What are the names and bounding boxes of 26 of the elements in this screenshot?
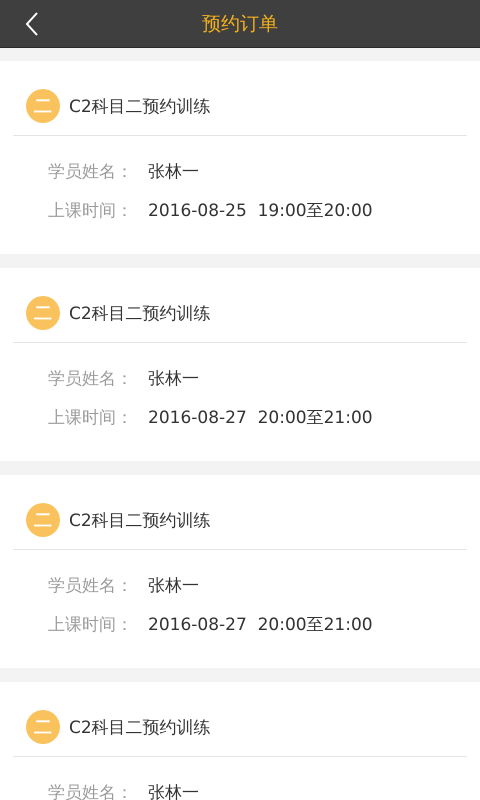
subject-badge: 二 [26,89,60,123]
field-value: 2016-08-27 20:00至21:00 [148,407,373,429]
field-value: 2016-08-27 20:00至21:00 [148,614,373,636]
page-title: 预约订单 [202,12,278,36]
subject-badge: 二 [26,296,60,330]
order-title: C2科目二预约训练 [69,510,211,532]
back-icon [25,11,39,37]
field-label: 上课时间： [48,200,134,222]
field-label: 学员姓名： [48,161,134,183]
order-card[interactable]: 二 C2科目二预约训练 学员姓名： 张林一 上课时间： 2016-08-25 19:00至20:00 [0,61,480,254]
field-value: 张林一 [148,368,199,390]
field-label: 上课时间： [48,614,134,636]
order-title: C2科目二预约训练 [69,302,211,324]
subject-badge: 二 [26,503,60,537]
field-value: 2016-08-25 19:00至20:00 [148,200,373,222]
field-label: 学员姓名： [48,575,134,597]
field-value: 张林一 [148,161,199,183]
field-value: 张林一 [148,575,199,597]
subject-badge: 二 [26,710,60,744]
order-title: C2科目二预约训练 [69,96,211,118]
field-value: 张林一 [148,782,199,800]
order-card[interactable]: 二 C2科目二预约训练 学员姓名： 张林一 上课时间： 2016-08-27 20:00至21:00 [0,268,480,461]
order-card[interactable]: 二 C2科目二预约训练 学员姓名： 张林一 上课时间： 2016-08-27 20:00至21:00 [0,475,480,668]
field-label: 上课时间： [48,407,134,429]
field-label: 学员姓名： [48,368,134,390]
order-title: C2科目二预约训练 [69,716,211,738]
